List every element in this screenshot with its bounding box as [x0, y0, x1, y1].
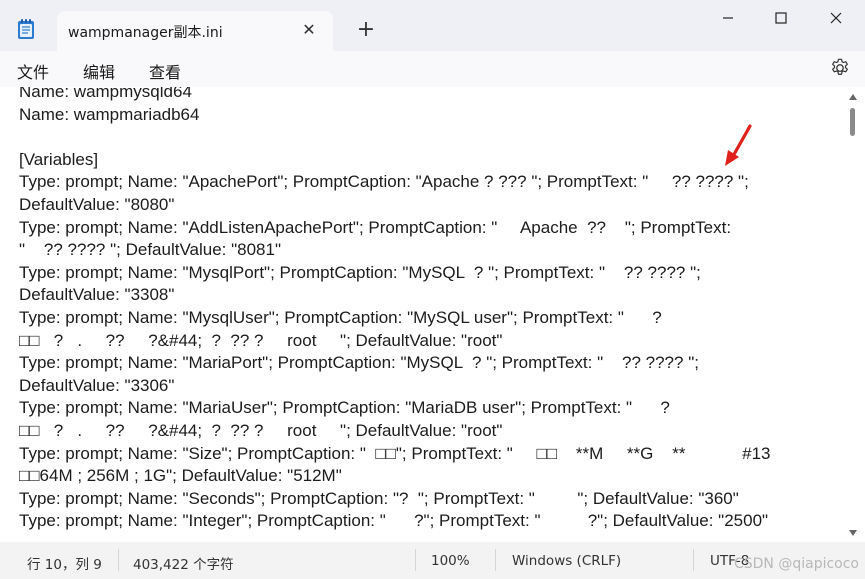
editor-lines: Name: wampmysqld64 Name: wampmariadb64 [Va…	[19, 87, 841, 533]
text-line: " ?? ???? "; DefaultValue: "8081"	[19, 240, 281, 260]
scroll-up-arrow-icon[interactable]	[849, 94, 857, 100]
vertical-scrollbar[interactable]	[845, 87, 865, 542]
text-line: Type: prompt; Name: "Seconds"; PromptCap…	[19, 488, 739, 508]
text-line: □□ ? . ?? ?&#44; ? ?? ? root "; DefaultV…	[19, 420, 503, 440]
text-line: DefaultValue: "3306"	[19, 375, 175, 395]
menu-view[interactable]: 查看	[149, 59, 181, 83]
text-line: [Variables]	[19, 149, 99, 169]
text-line: Type: prompt; Name: "MariaUser"; PromptC…	[19, 398, 670, 418]
text-line: □□64M ; 256M ; 1G"; DefaultValue: "512M"	[19, 466, 342, 486]
menu-bar: 文件 编辑 查看	[0, 51, 865, 87]
text-line: DefaultValue: "3308"	[19, 285, 175, 305]
window-close-icon[interactable]	[813, 0, 859, 36]
text-line: Name: wampmariadb64	[19, 104, 200, 124]
text-line	[19, 126, 841, 149]
scroll-down-arrow-icon[interactable]	[849, 530, 857, 536]
char-count: 403,422 个字符	[133, 557, 234, 573]
text-editor[interactable]: Name: wampmysqld64 Name: wampmariadb64 [Va…	[0, 87, 848, 542]
new-tab-plus-icon[interactable]: +	[352, 17, 380, 45]
tab-title: wampmanager副本.ini	[68, 25, 223, 41]
menu-file[interactable]: 文件	[17, 59, 49, 83]
text-line: □□ ? . ?? ?&#44; ? ?? ? root "; DefaultV…	[19, 330, 503, 350]
status-divider	[415, 549, 416, 571]
line-ending[interactable]: Windows (CRLF)	[512, 553, 621, 569]
status-divider	[693, 549, 694, 571]
status-bar: 行 10，列 9 403,422 个字符 100% Windows (CRLF)…	[0, 542, 865, 579]
gear-icon[interactable]	[829, 57, 851, 79]
text-line: Type: prompt; Name: "MariaPort"; PromptC…	[19, 353, 699, 373]
watermark: CSDN @qiapicoco	[733, 556, 859, 572]
text-line: Type: prompt; Name: "Integer"; PromptCap…	[19, 511, 769, 531]
text-line: Type: prompt; Name: "AddListenApachePort…	[19, 217, 732, 237]
menu-edit[interactable]: 编辑	[83, 59, 115, 83]
tab-close-icon[interactable]: ✕	[297, 18, 321, 42]
text-line: DefaultValue: "8080"	[19, 194, 175, 214]
scroll-thumb[interactable]	[850, 108, 855, 136]
title-bar: wampmanager副本.ini ✕ +	[0, 0, 865, 51]
text-line: Name: wampmysqld64	[19, 87, 192, 101]
status-divider	[118, 549, 119, 571]
cursor-position: 行 10，列 9	[27, 557, 102, 573]
text-line: Type: prompt; Name: "ApachePort"; Prompt…	[19, 172, 749, 192]
zoom-level[interactable]: 100%	[431, 553, 470, 569]
text-line: Type: prompt; Name: "Size"; PromptCaptio…	[19, 443, 771, 463]
text-line: Type: prompt; Name: "MysqlUser"; PromptC…	[19, 307, 662, 327]
maximize-icon[interactable]	[758, 0, 804, 36]
status-divider	[495, 549, 496, 571]
tab-file[interactable]: wampmanager副本.ini ✕	[57, 11, 333, 51]
text-line: Type: prompt; Name: "MysqlPort"; PromptC…	[19, 262, 701, 282]
notepad-icon	[16, 18, 36, 40]
red-arrow-annotation-icon	[725, 124, 752, 166]
minimize-icon[interactable]	[705, 0, 751, 36]
